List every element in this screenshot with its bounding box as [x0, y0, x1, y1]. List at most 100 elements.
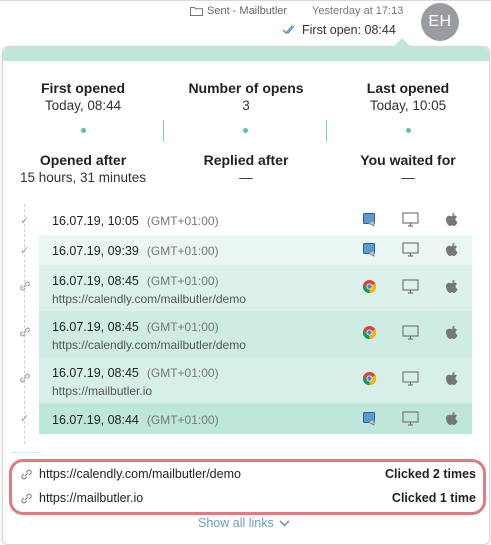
- apple-icon: [445, 411, 457, 425]
- clicked-links-highlight: https://calendly.com/mailbutler/demo Cli…: [9, 459, 486, 515]
- section-divider: [11, 452, 41, 453]
- stat-value: 3: [242, 98, 250, 113]
- germany-flag-icon: [308, 325, 349, 337]
- germany-flag-icon: [308, 212, 349, 224]
- timeline-dot: [243, 128, 248, 133]
- event-device-icons: [308, 212, 472, 228]
- event-timezone: (GMT+01:00): [146, 320, 219, 334]
- event-device-icons: [308, 242, 472, 258]
- avatar[interactable]: EH: [421, 3, 459, 41]
- checkmark-icon: ✓: [20, 413, 30, 425]
- link-item[interactable]: https://mailbutler.io Clicked 1 time: [12, 487, 483, 509]
- popover-caret: [393, 38, 411, 47]
- link-item[interactable]: https://calendly.com/mailbutler/demo Cli…: [12, 463, 483, 485]
- link-icon: [20, 327, 30, 337]
- event-datetime: 16.07.19, 08:45: [52, 366, 139, 380]
- event-timezone: (GMT+01:00): [146, 366, 219, 380]
- event-row: 16.07.19, 08:45 (GMT+01:00) https://calen…: [20, 311, 472, 357]
- stat-label: Last opened: [366, 80, 450, 96]
- stat-value: —: [401, 170, 415, 185]
- event-datetime: 16.07.19, 10:05: [52, 214, 139, 228]
- stat-last-opened: Last opened Today, 10:05: [333, 80, 483, 113]
- stat-divider: [163, 120, 164, 142]
- chrome-icon: [362, 325, 377, 340]
- double-check-icon: [282, 25, 295, 34]
- event-device-icons: [308, 279, 472, 295]
- apple-icon: [445, 212, 457, 226]
- event-row: ✓ 16.07.19, 08:44 (GMT+01:00): [20, 403, 472, 434]
- folder-label: Sent - Mailbutler: [207, 5, 288, 17]
- popover-header-bar: [3, 47, 489, 61]
- link-url: https://mailbutler.io: [39, 491, 144, 505]
- stat-label: You waited for: [360, 152, 456, 168]
- link-icon: [21, 493, 32, 503]
- apple-icon: [445, 279, 457, 293]
- desktop-icon: [402, 325, 419, 340]
- link-url: https://calendly.com/mailbutler/demo: [39, 467, 241, 481]
- folder-info: Sent - Mailbutler: [190, 5, 287, 17]
- event-timezone: (GMT+01:00): [146, 244, 219, 258]
- stat-first-opened: First opened Today, 08:44: [8, 80, 158, 113]
- stat-value: —: [239, 170, 253, 185]
- event-url: https://calendly.com/mailbutler/demo: [52, 338, 246, 352]
- event-row: ✓ 16.07.19, 10:05 (GMT+01:00): [20, 205, 472, 235]
- germany-flag-icon: [308, 411, 349, 423]
- chrome-icon: [362, 371, 377, 386]
- event-timezone: (GMT+01:00): [146, 413, 219, 427]
- link-click-count: Clicked 1 time: [391, 491, 476, 505]
- event-datetime: 16.07.19, 08:44: [52, 413, 139, 427]
- checkmark-icon: ✓: [20, 245, 30, 257]
- desktop-icon: [402, 242, 419, 257]
- event-url: https://calendly.com/mailbutler/demo: [52, 292, 246, 306]
- stat-label: Opened after: [39, 152, 127, 168]
- stat-label: First opened: [40, 80, 125, 96]
- stat-label: Replied after: [203, 152, 289, 168]
- event-row: 16.07.19, 08:45 (GMT+01:00) https://calen…: [20, 265, 472, 311]
- stat-divider: [326, 120, 327, 142]
- first-open-label: First open: 08:44: [302, 23, 396, 37]
- timeline-dot: [406, 128, 411, 133]
- chrome-icon: [362, 279, 377, 294]
- desktop-icon: [402, 279, 419, 294]
- event-device-icons: [308, 411, 472, 427]
- germany-flag-icon: [308, 279, 349, 291]
- stat-you-waited-for: You waited for —: [333, 152, 483, 185]
- stat-replied-after: Replied after —: [171, 152, 321, 185]
- timeline-dot: [81, 128, 86, 133]
- show-all-links-label: Show all links: [198, 516, 274, 530]
- apple-icon: [445, 325, 457, 339]
- stat-number-of-opens: Number of opens 3: [171, 80, 321, 113]
- tracking-popover: First opened Today, 08:44 Number of open…: [2, 38, 490, 545]
- stat-value: Today, 08:44: [44, 98, 122, 113]
- event-device-icons: [308, 371, 472, 387]
- event-datetime: 16.07.19, 08:45: [52, 320, 139, 334]
- window-divider: [0, 0, 491, 1]
- event-device-icons: [308, 325, 472, 341]
- event-row: 16.07.19, 08:45 (GMT+01:00) https://mailb…: [20, 357, 472, 403]
- desktop-icon: [402, 371, 419, 386]
- event-datetime: 16.07.19, 09:39: [52, 244, 139, 258]
- mail-app-icon: [362, 243, 375, 257]
- chevron-down-icon: [279, 519, 290, 527]
- desktop-icon: [402, 411, 419, 426]
- folder-icon: [190, 7, 203, 16]
- germany-flag-icon: [308, 242, 349, 254]
- event-row: ✓ 16.07.19, 09:39 (GMT+01:00): [20, 235, 472, 265]
- mail-app-icon: [362, 412, 375, 426]
- stat-opened-after: Opened after 15 hours, 31 minutes: [8, 152, 158, 185]
- apple-icon: [445, 242, 457, 256]
- stat-value: Today, 10:05: [369, 98, 447, 113]
- event-timezone: (GMT+01:00): [146, 274, 219, 288]
- stat-value: 15 hours, 31 minutes: [19, 170, 147, 185]
- sent-time: Yesterday at 17:13: [312, 5, 404, 17]
- link-icon: [21, 469, 32, 479]
- event-datetime: 16.07.19, 08:45: [52, 274, 139, 288]
- show-all-links-button[interactable]: Show all links: [198, 516, 290, 530]
- event-timezone: (GMT+01:00): [146, 214, 219, 228]
- desktop-icon: [402, 212, 419, 227]
- link-icon: [20, 373, 30, 383]
- first-open-indicator[interactable]: First open: 08:44: [282, 23, 396, 37]
- stat-label: Number of opens: [188, 80, 304, 96]
- checkmark-icon: ✓: [20, 215, 30, 227]
- link-click-count: Clicked 2 times: [384, 467, 476, 481]
